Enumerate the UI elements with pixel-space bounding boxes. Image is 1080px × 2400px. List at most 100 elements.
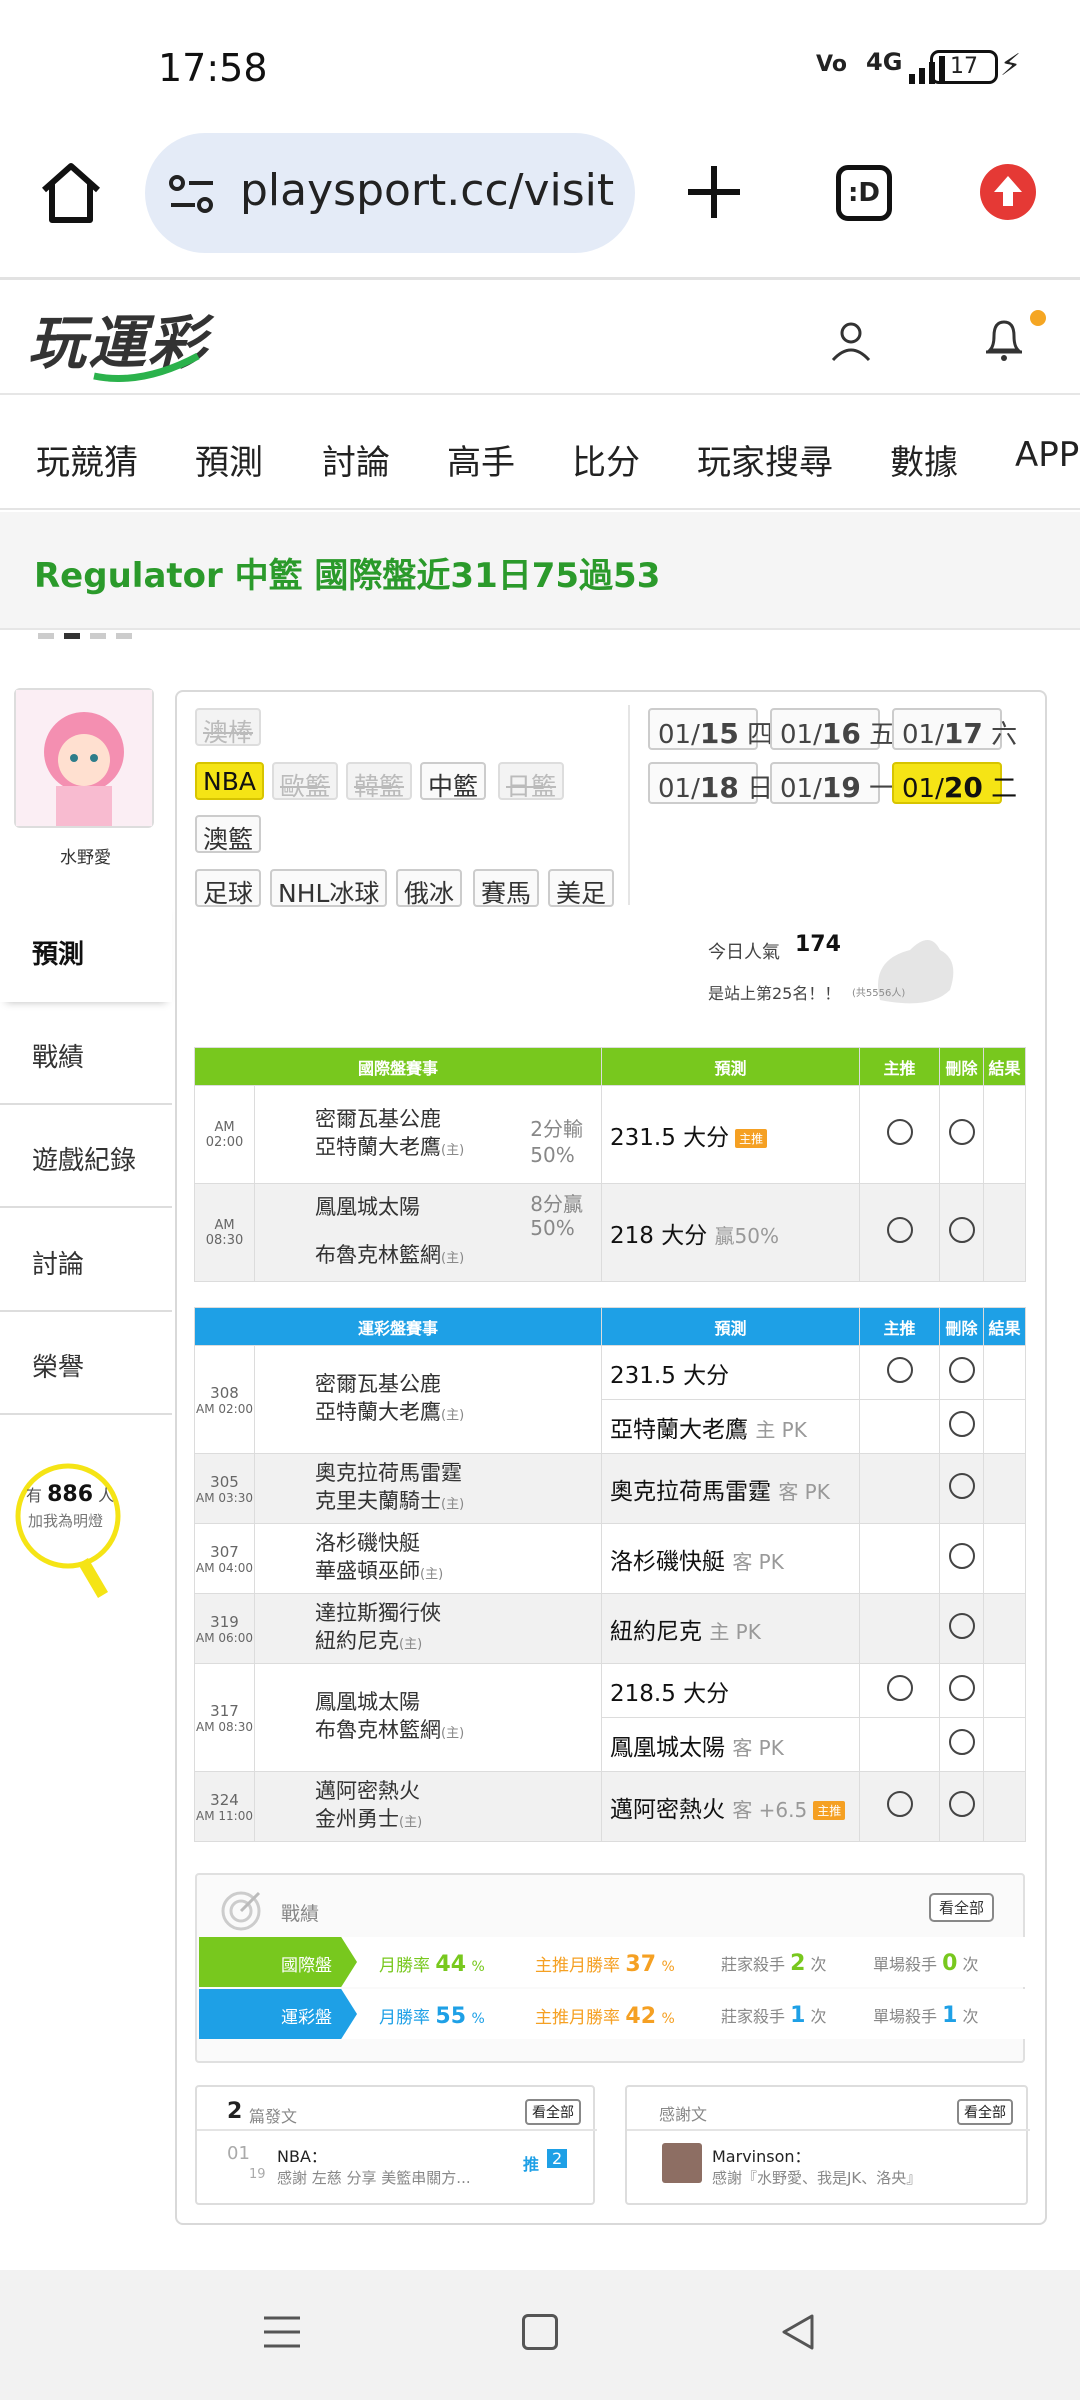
nav-item[interactable]: 預測 (195, 435, 263, 484)
date-button[interactable]: 01/18 日 (648, 762, 773, 804)
radio-icon[interactable] (948, 1356, 975, 1383)
site-settings-icon[interactable] (169, 173, 215, 215)
home-tag: (主) (441, 1407, 465, 1423)
radio-icon[interactable] (886, 1790, 913, 1817)
home-nav-icon[interactable] (522, 2314, 558, 2350)
radio-icon[interactable] (948, 1216, 975, 1243)
delete-toggle[interactable] (939, 1593, 984, 1664)
sport-tag-nhl[interactable]: NHL冰球 (270, 869, 388, 908)
delete-toggle[interactable] (939, 1663, 984, 1718)
thanks-user-avatar[interactable] (662, 2143, 702, 2183)
main-pick-toggle[interactable] (859, 1183, 940, 1282)
tab-switcher-button[interactable]: :D (836, 165, 892, 221)
avatar[interactable] (14, 688, 154, 828)
record-view-all-button[interactable]: 看全部 (929, 1893, 995, 1922)
new-tab-icon[interactable] (684, 162, 744, 222)
nav-item[interactable]: 高手 (447, 435, 515, 484)
side-tab-record[interactable]: 戰績 (0, 1003, 172, 1105)
side-tab-discussion[interactable]: 討論 (0, 1210, 172, 1312)
sport-tag-horse-racing[interactable]: 賽馬 (473, 869, 540, 908)
main-pick-toggle[interactable] (859, 1345, 940, 1400)
nav-item[interactable]: 玩競猜 (36, 435, 138, 484)
follow-cta[interactable]: 加我為明燈 (28, 1510, 103, 1531)
user-icon[interactable] (830, 320, 872, 362)
radio-icon[interactable] (948, 1728, 975, 1755)
sport-tag-japan-basketball[interactable]: 日籃 (498, 762, 565, 801)
nav-item[interactable]: 討論 (322, 435, 390, 484)
radio-icon[interactable] (948, 1410, 975, 1437)
away-team[interactable]: 鳳凰城太陽 (315, 1688, 601, 1716)
nav-item[interactable]: 比分 (572, 435, 640, 484)
delete-toggle[interactable] (939, 1085, 984, 1184)
delete-toggle[interactable] (939, 1453, 984, 1524)
nav-item[interactable]: APP (1015, 435, 1079, 475)
date-button[interactable]: 01/15 四 (648, 708, 773, 750)
back-icon[interactable] (778, 2312, 818, 2352)
sport-tag-soccer[interactable]: 足球 (195, 869, 262, 908)
radio-icon[interactable] (948, 1542, 975, 1569)
date-button[interactable]: 01/16 五 (770, 708, 895, 750)
thanks-view-all-button[interactable]: 看全部 (957, 2099, 1013, 2125)
home-team[interactable]: 布魯克林籃網 (315, 1718, 441, 1742)
away-team[interactable]: 密爾瓦基公鹿 (315, 1370, 601, 1398)
away-team[interactable]: 奧克拉荷馬雷霆 (315, 1459, 601, 1487)
home-team[interactable]: 布魯克林籃網 (315, 1243, 441, 1267)
sport-tag-euro-basketball[interactable]: 歐籃 (272, 762, 339, 801)
away-team[interactable]: 達拉斯獨行俠 (315, 1599, 601, 1627)
sport-tag-russian-hockey[interactable]: 俄冰 (396, 869, 463, 908)
main-pick-toggle[interactable] (859, 1771, 940, 1842)
menu-icon[interactable] (262, 2312, 302, 2352)
radio-icon[interactable] (948, 1790, 975, 1817)
date-week: 二 (991, 774, 1018, 804)
main-pick-toggle[interactable] (859, 1663, 940, 1718)
sport-tag-american-football[interactable]: 美足 (548, 869, 615, 908)
radio-icon[interactable] (948, 1674, 975, 1701)
ticker-text[interactable]: Regulator 中籃 國際盤近31日75過53 (34, 548, 660, 597)
thanks-user[interactable]: Marvinson： (712, 2143, 811, 2167)
address-bar[interactable]: playsport.cc/visit (145, 133, 635, 253)
home-team[interactable]: 華盛頓巫師 (315, 1559, 420, 1583)
posts-view-all-button[interactable]: 看全部 (525, 2099, 581, 2125)
post-snippet[interactable]: 感謝 左慈 分享 美籃串關方... (277, 2167, 487, 2188)
result-cell (983, 1593, 1026, 1664)
main-pick-toggle[interactable] (859, 1085, 940, 1184)
away-team[interactable]: 洛杉磯快艇 (315, 1529, 601, 1557)
delete-toggle[interactable] (939, 1717, 984, 1772)
home-team[interactable]: 克里夫蘭騎士 (315, 1489, 441, 1513)
radio-icon[interactable] (948, 1118, 975, 1145)
side-tab-game-log[interactable]: 遊戲紀錄 (0, 1106, 172, 1208)
bell-icon[interactable] (984, 316, 1024, 362)
home-team[interactable]: 紐約尼克 (315, 1629, 399, 1653)
radio-icon[interactable] (948, 1612, 975, 1639)
date-button-selected[interactable]: 01/20 二 (892, 762, 1017, 804)
side-tab-prediction[interactable]: 預測 (0, 900, 172, 1002)
sport-tag-nba[interactable]: NBA (195, 762, 264, 800)
profile-name[interactable]: 水野愛 (60, 843, 111, 868)
sport-tag-korea-basketball[interactable]: 韓籃 (346, 762, 413, 801)
radio-icon[interactable] (948, 1472, 975, 1499)
url-text[interactable]: playsport.cc/visit (240, 165, 620, 216)
sport-tag-aus-basketball[interactable]: 澳籃 (195, 815, 262, 854)
sport-tag-china-basketball[interactable]: 中籃 (420, 762, 487, 801)
home-icon[interactable] (38, 160, 104, 226)
home-team[interactable]: 亞特蘭大老鷹 (315, 1135, 441, 1159)
radio-icon[interactable] (886, 1356, 913, 1383)
delete-toggle[interactable] (939, 1183, 984, 1282)
date-button[interactable]: 01/17 六 (892, 708, 1017, 750)
date-button[interactable]: 01/19 一 (770, 762, 895, 804)
delete-toggle[interactable] (939, 1399, 984, 1454)
nav-item[interactable]: 數據 (890, 435, 958, 484)
radio-icon[interactable] (886, 1216, 913, 1243)
delete-toggle[interactable] (939, 1523, 984, 1594)
away-team[interactable]: 邁阿密熱火 (315, 1777, 601, 1805)
home-team[interactable]: 金州勇士 (315, 1807, 399, 1831)
radio-icon[interactable] (886, 1674, 913, 1701)
upgrade-icon[interactable] (980, 164, 1036, 220)
sport-tag-aus-baseball[interactable]: 澳棒 (195, 708, 262, 747)
nav-item[interactable]: 玩家搜尋 (697, 435, 833, 484)
home-team[interactable]: 亞特蘭大老鷹 (315, 1400, 441, 1424)
radio-icon[interactable] (886, 1118, 913, 1145)
delete-toggle[interactable] (939, 1771, 984, 1842)
delete-toggle[interactable] (939, 1345, 984, 1400)
side-tab-honor[interactable]: 榮譽 (0, 1313, 172, 1415)
